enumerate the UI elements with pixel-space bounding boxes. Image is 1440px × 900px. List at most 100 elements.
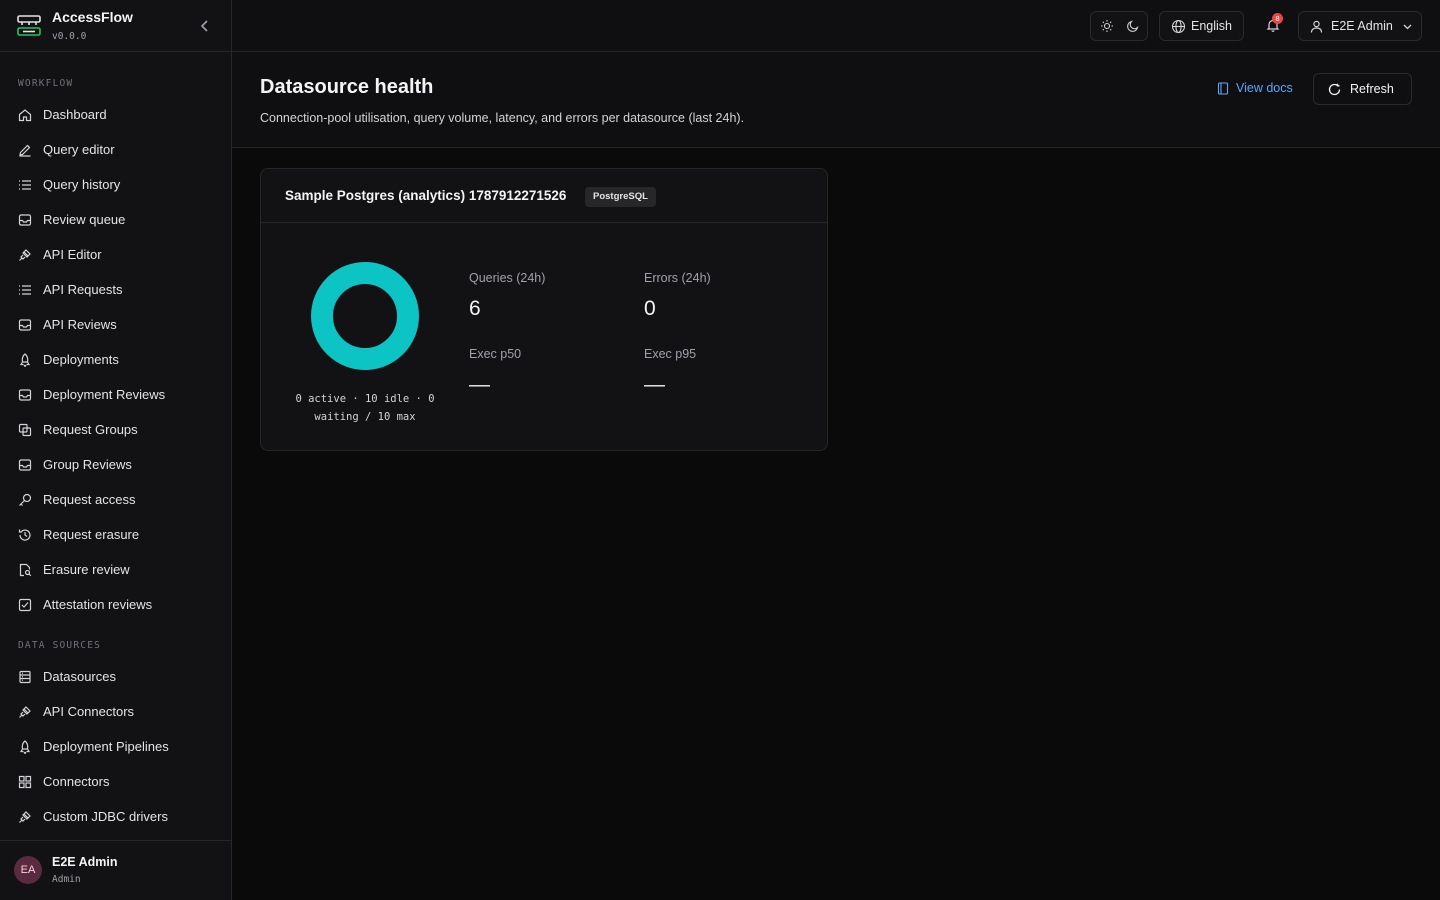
language-label: English <box>1191 19 1232 33</box>
datasource-name: Sample Postgres (analytics) 178791227152… <box>285 188 567 203</box>
sidebar-item-api-requests[interactable]: API Requests <box>10 275 220 305</box>
check-square-icon <box>18 598 32 612</box>
sidebar-item-api-connectors[interactable]: API Connectors <box>10 697 220 727</box>
sidebar-item-attestation-reviews[interactable]: Attestation reviews <box>10 590 220 620</box>
sidebar-item-request-access[interactable]: Request access <box>10 485 220 515</box>
file-search-icon <box>19 563 32 577</box>
sidebar-item-erasure-review[interactable]: Erasure review <box>10 555 220 585</box>
book-icon <box>1217 82 1229 95</box>
sidebar-item-label: Connectors <box>43 774 110 789</box>
sidebar-item-label: Review queue <box>43 212 126 227</box>
sidebar-item-request-erasure[interactable]: Request erasure <box>10 520 220 550</box>
connection-pool-donut <box>311 262 419 370</box>
app-logo-icon <box>17 15 41 36</box>
sidebar-item-label: Request erasure <box>43 527 140 542</box>
card-header: Sample Postgres (analytics) 178791227152… <box>261 169 827 223</box>
app-version: v0.0.0 <box>52 31 87 42</box>
refresh-button[interactable]: Refresh <box>1313 73 1412 105</box>
exec-p50-value: — <box>469 373 490 396</box>
pool-summary-line-2: waiting / 10 max <box>314 411 416 423</box>
sidebar-item-label: API Reviews <box>43 317 117 332</box>
exec-p95-value: — <box>644 373 665 396</box>
view-docs-link[interactable]: View docs <box>1217 80 1301 98</box>
plug-icon <box>19 811 31 823</box>
errors-label: Errors (24h) <box>644 271 711 285</box>
page-title: Datasource health <box>260 76 434 98</box>
sidebar-user-profile[interactable]: EA E2E Admin Admin <box>0 840 231 900</box>
collapse-sidebar-icon[interactable] <box>196 17 214 35</box>
sidebar-item-custom-jdbc-drivers[interactable]: Custom JDBC drivers <box>10 802 220 832</box>
sidebar-item-connectors[interactable]: Connectors <box>10 767 220 797</box>
pool-summary-line-1: 0 active · 10 idle · 0 <box>295 393 435 405</box>
grid-icon <box>18 775 32 789</box>
history-icon <box>18 529 31 541</box>
language-selector[interactable]: English <box>1159 11 1244 41</box>
sidebar-item-label: Deployments <box>43 352 119 367</box>
sidebar-item-dashboard[interactable]: Dashboard <box>10 100 220 130</box>
pencil-icon <box>19 144 31 157</box>
sidebar-item-query-editor[interactable]: Query editor <box>10 135 220 165</box>
copy-icon <box>18 423 32 437</box>
sidebar-item-query-history[interactable]: Query history <box>10 170 220 200</box>
sidebar-item-group-reviews[interactable]: Group Reviews <box>10 450 220 480</box>
sidebar-item-label: API Editor <box>43 247 102 262</box>
pool-idle-ring <box>311 262 419 370</box>
sidebar-item-label: Query history <box>43 177 121 192</box>
notifications-button[interactable]: 8 <box>1262 13 1288 39</box>
user-menu-button[interactable]: E2E Admin <box>1298 11 1422 41</box>
page-header: Datasource health Connection-pool utilis… <box>232 52 1440 148</box>
exec-p50-label: Exec p50 <box>469 347 522 361</box>
queries-value: 6 <box>469 297 481 320</box>
moon-icon[interactable] <box>1126 19 1140 33</box>
sidebar-item-deployment-reviews[interactable]: Deployment Reviews <box>10 380 220 410</box>
sidebar-item-label: Datasources <box>43 669 116 684</box>
sidebar-item-label: Deployment Reviews <box>43 387 166 402</box>
sidebar-item-request-groups[interactable]: Request Groups <box>10 415 220 445</box>
user-menu-label: E2E Admin <box>1331 19 1393 33</box>
page-subtitle: Connection-pool utilisation, query volum… <box>260 111 745 125</box>
globe-icon <box>1171 19 1186 34</box>
sidebar-item-api-editor[interactable]: API Editor <box>10 240 220 270</box>
rocket-icon <box>19 740 31 754</box>
home-icon <box>18 109 32 122</box>
sidebar-item-label: Query editor <box>43 142 115 157</box>
user-role: Admin <box>52 874 81 885</box>
inbox-icon <box>18 459 32 471</box>
avatar: EA <box>14 856 42 884</box>
sidebar-item-api-reviews[interactable]: API Reviews <box>10 310 220 340</box>
exec-p95-label: Exec p95 <box>644 347 697 361</box>
sidebar-item-label: Group Reviews <box>43 457 132 472</box>
section-label-workflow: WORKFLOW <box>18 78 74 89</box>
sidebar: AccessFlow v0.0.0 WORKFLOW Dashboard Que… <box>0 0 232 900</box>
database-icon <box>19 670 31 684</box>
sidebar-item-review-queue[interactable]: Review queue <box>10 205 220 235</box>
sidebar-item-label: Attestation reviews <box>43 597 153 612</box>
list-icon <box>19 180 31 190</box>
list-icon <box>19 285 31 295</box>
plug-icon <box>19 249 31 261</box>
sidebar-item-deployment-pipelines[interactable]: Deployment Pipelines <box>10 732 220 762</box>
sidebar-item-label: Erasure review <box>43 562 130 577</box>
sidebar-item-label: Deployment Pipelines <box>43 739 169 754</box>
user-icon <box>1310 20 1323 33</box>
errors-value: 0 <box>644 297 656 320</box>
inbox-icon <box>18 389 32 401</box>
sidebar-item-label: Request Groups <box>43 422 138 437</box>
top-bar: English 8 E2E Admin <box>232 0 1440 52</box>
brand-header: AccessFlow v0.0.0 <box>0 0 231 52</box>
sidebar-item-deployments[interactable]: Deployments <box>10 345 220 375</box>
plug-icon <box>19 706 31 718</box>
refresh-label: Refresh <box>1350 82 1394 96</box>
datasource-health-card: Sample Postgres (analytics) 178791227152… <box>260 168 828 451</box>
theme-toggle <box>1090 11 1148 41</box>
sidebar-item-datasources[interactable]: Datasources <box>10 662 220 692</box>
app-name: AccessFlow <box>52 9 133 25</box>
user-name: E2E Admin <box>52 855 118 869</box>
key-icon <box>19 493 32 506</box>
inbox-icon <box>18 319 32 331</box>
sidebar-item-label: Request access <box>43 492 136 507</box>
view-docs-label: View docs <box>1236 81 1293 95</box>
sidebar-item-label: API Requests <box>43 282 123 297</box>
sun-icon[interactable] <box>1100 19 1114 33</box>
notification-count-badge: 8 <box>1272 13 1283 24</box>
